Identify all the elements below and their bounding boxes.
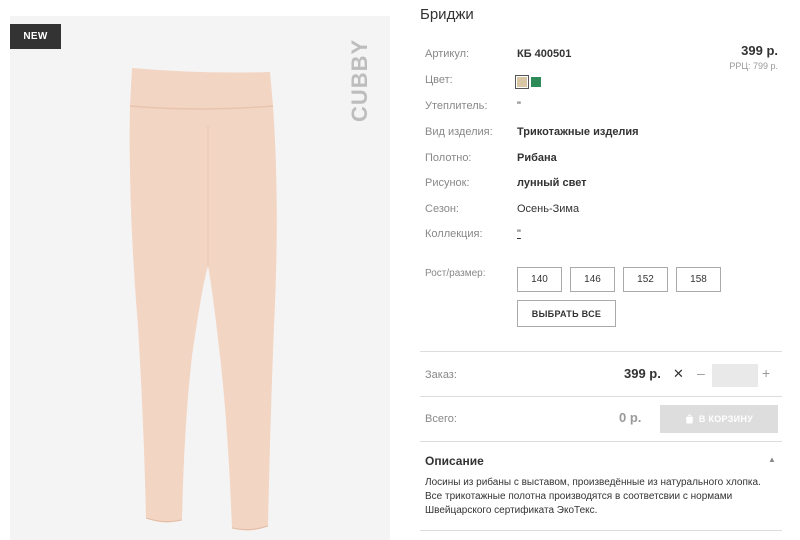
total-label: Всего: <box>425 413 457 425</box>
spec-label: Артикул: <box>425 48 470 60</box>
new-badge: NEW <box>10 24 61 49</box>
recommended-price: РРЦ: 799 р. <box>729 61 778 71</box>
size-option-140[interactable]: 140 <box>517 267 562 292</box>
multiply-sign: ✕ <box>673 366 684 381</box>
spec-value: Осень-Зима <box>517 203 580 215</box>
spec-label: Полотно: <box>425 152 472 164</box>
divider <box>420 396 782 397</box>
select-all-sizes-button[interactable]: ВЫБРАТЬ ВСЕ <box>517 300 616 327</box>
divider <box>420 351 782 352</box>
size-label: Рост/размер: <box>425 268 486 279</box>
spec-label: Коллекция: <box>425 228 483 240</box>
spec-label: Рисунок: <box>425 177 470 189</box>
description-text: Лосины из рибаны с выставом, произведённ… <box>425 477 761 516</box>
quantity-input[interactable] <box>712 364 758 387</box>
spec-label: Вид изделия: <box>425 126 493 138</box>
increase-quantity-button[interactable]: + <box>762 365 770 381</box>
total-value: 0 р. <box>619 410 642 425</box>
color-swatch-green[interactable] <box>531 77 541 88</box>
leggings-image <box>129 68 277 531</box>
product-price: 399 р. <box>741 43 778 58</box>
order-price: 399 р. <box>624 366 661 381</box>
size-option-146[interactable]: 146 <box>570 267 615 292</box>
brand-logo-text: CUBBY <box>347 39 372 122</box>
product-title: Бриджи <box>420 6 474 23</box>
divider <box>420 441 782 442</box>
brand-logo: CUBBY <box>344 26 374 136</box>
decrease-quantity-button[interactable]: – <box>697 365 705 381</box>
add-to-cart-label: В КОРЗИНУ <box>698 414 754 424</box>
spec-label: Цвет: <box>425 74 453 86</box>
color-swatches <box>515 75 545 90</box>
collapse-caret-icon[interactable]: ▲ <box>768 455 776 464</box>
color-swatch-beige[interactable] <box>515 75 529 90</box>
divider <box>420 530 782 531</box>
cart-bag-icon <box>685 414 693 424</box>
spec-label: Утеплитель: <box>425 100 488 112</box>
spec-value[interactable]: " <box>517 228 521 240</box>
spec-label: Сезон: <box>425 203 459 215</box>
spec-value: КБ 400501 <box>517 48 572 60</box>
add-to-cart-button[interactable]: В КОРЗИНУ <box>660 405 778 433</box>
order-label: Заказ: <box>425 369 457 381</box>
description-title[interactable]: Описание <box>425 454 484 468</box>
spec-value: Рибана <box>517 152 557 164</box>
spec-value: Трикотажные изделия <box>517 126 639 138</box>
size-option-158[interactable]: 158 <box>676 267 721 292</box>
size-option-152[interactable]: 152 <box>623 267 668 292</box>
spec-value: лунный свет <box>517 177 587 189</box>
spec-value: " <box>517 100 521 112</box>
product-photo[interactable]: NEW CUBBY <box>10 16 390 540</box>
